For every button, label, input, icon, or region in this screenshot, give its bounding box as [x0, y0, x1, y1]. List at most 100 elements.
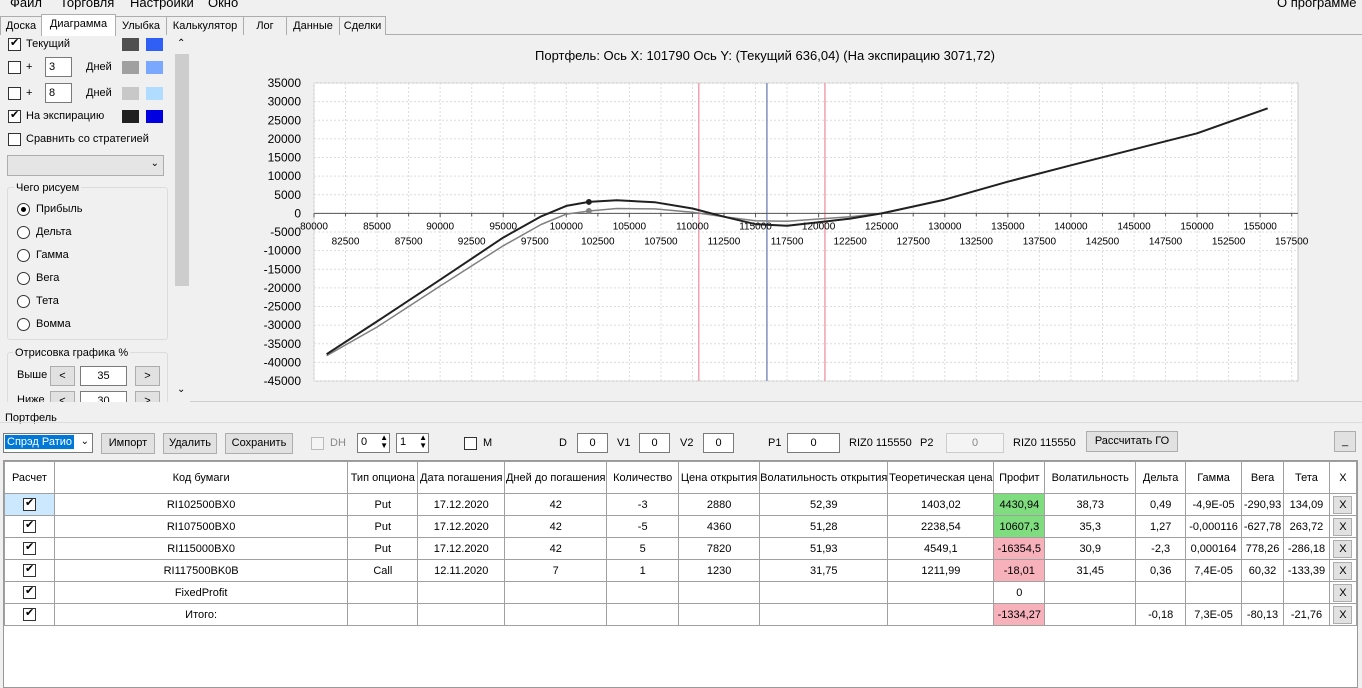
cell-days[interactable]: 42 [504, 537, 608, 560]
strategy-select[interactable]: Спрэд Ратио ⌄ [3, 433, 93, 453]
table-row[interactable]: FixedProfit 0 X [4, 581, 1358, 604]
radio-theta[interactable] [17, 295, 30, 308]
days1-input[interactable]: 3 [45, 57, 72, 77]
cell-code[interactable]: RI107500BX0 [53, 515, 349, 538]
cell-vol[interactable]: 30,9 [1044, 537, 1137, 560]
col-date[interactable]: Дата погашения [417, 461, 506, 494]
cell-theta[interactable]: 263,72 [1283, 515, 1330, 538]
col-vol-open[interactable]: Волатильность открытия [759, 461, 889, 494]
current-checkbox[interactable] [8, 36, 21, 51]
cell-gamma[interactable] [1185, 581, 1243, 604]
cell-qty[interactable] [606, 581, 680, 604]
expiry-color-light[interactable] [146, 110, 163, 123]
cell-vol[interactable]: 35,3 [1044, 515, 1137, 538]
dh-checkbox[interactable] [311, 437, 324, 450]
cell-qty[interactable] [606, 603, 680, 626]
cell-date[interactable]: 17.12.2020 [417, 515, 506, 538]
cell-delta[interactable] [1135, 581, 1187, 604]
days1-color-light[interactable] [146, 61, 163, 74]
cell-theta[interactable]: -286,18 [1283, 537, 1330, 560]
table-row[interactable]: RI102500BX0Put17.12.202042-3288052,39140… [4, 493, 1358, 516]
close-icon[interactable]: X [1333, 517, 1353, 536]
tab-smile[interactable]: Улыбка [115, 16, 167, 35]
cell-profit[interactable]: -16354,5 [993, 537, 1046, 560]
close-icon[interactable]: X [1333, 583, 1353, 602]
days1-color-dark[interactable] [122, 61, 139, 74]
cell-vol_open[interactable]: 51,93 [759, 537, 889, 560]
col-days[interactable]: Дней до погашения [504, 461, 608, 494]
cell-vega[interactable]: 778,26 [1241, 537, 1285, 560]
calc-checkbox[interactable] [22, 584, 36, 599]
radio-vega[interactable] [17, 272, 30, 285]
cell-vega[interactable]: 60,32 [1241, 559, 1285, 582]
v2-input[interactable]: 0 [703, 433, 734, 453]
cell-vol[interactable] [1044, 603, 1137, 626]
cell-price[interactable]: 7820 [678, 537, 761, 560]
col-theo[interactable]: Теоретическая цена [887, 461, 995, 494]
cell-gamma[interactable]: -4,9E-05 [1185, 493, 1243, 516]
cell-date[interactable]: 17.12.2020 [417, 493, 506, 516]
cell-gamma[interactable]: 7,4E-05 [1185, 559, 1243, 582]
scroll-down-icon[interactable]: ⌄ [177, 384, 185, 395]
days1-checkbox[interactable] [8, 61, 21, 74]
menu-file[interactable]: Файл [10, 0, 42, 10]
cell-days[interactable]: 42 [504, 515, 608, 538]
calc-checkbox-cell[interactable] [4, 493, 55, 516]
cell-code[interactable]: RI117500BK0B [53, 559, 349, 582]
calc-checkbox[interactable] [22, 606, 36, 621]
profit-chart[interactable]: 35000 30000 25000 20000 15000 10000 5000 0 -5000… [190, 36, 1362, 402]
col-price[interactable]: Цена открытия [678, 461, 761, 494]
cell-vega[interactable]: -80,13 [1241, 603, 1285, 626]
save-button[interactable]: Сохранить [225, 433, 293, 454]
close-icon[interactable]: X [1333, 561, 1353, 580]
cell-profit[interactable]: -18,01 [993, 559, 1046, 582]
cell-qty[interactable]: -3 [606, 493, 680, 516]
col-close[interactable]: X [1328, 461, 1358, 494]
col-gamma[interactable]: Гамма [1185, 461, 1243, 494]
scroll-thumb[interactable] [175, 54, 189, 286]
radio-gamma[interactable] [17, 249, 30, 262]
cell-gamma[interactable]: -0,000116 [1185, 515, 1243, 538]
calc-checkbox-cell[interactable] [4, 581, 55, 604]
dh-spin-b[interactable]: 1 ▲ ▼ [396, 433, 429, 453]
col-vol[interactable]: Волатильность [1044, 461, 1137, 494]
cell-code[interactable]: RI102500BX0 [53, 493, 349, 516]
current-color-light[interactable] [146, 38, 163, 51]
cell-date[interactable] [417, 581, 506, 604]
cell-profit[interactable]: 0 [993, 581, 1046, 604]
cell-theta[interactable]: 134,09 [1283, 493, 1330, 516]
days2-color-dark[interactable] [122, 87, 139, 100]
cell-price[interactable]: 1230 [678, 559, 761, 582]
strategy-compare-select[interactable]: ⌄ [7, 155, 164, 176]
col-vega[interactable]: Вега [1241, 461, 1285, 494]
col-qty[interactable]: Количество [606, 461, 680, 494]
cell-qty[interactable]: 1 [606, 559, 680, 582]
cell-theo[interactable]: 1211,99 [887, 559, 995, 582]
expiry-color-dark[interactable] [122, 110, 139, 123]
cell-date[interactable]: 12.11.2020 [417, 559, 506, 582]
cell-delta[interactable]: -0,18 [1135, 603, 1187, 626]
calc-checkbox[interactable] [22, 518, 36, 533]
cell-profit[interactable]: 4430,94 [993, 493, 1046, 516]
p1-input[interactable]: 0 [787, 433, 840, 453]
col-delta[interactable]: Дельта [1135, 461, 1187, 494]
cell-price[interactable] [678, 603, 761, 626]
v1-input[interactable]: 0 [639, 433, 670, 453]
menu-trade[interactable]: Торговля [60, 0, 114, 10]
delete-button[interactable]: Удалить [163, 433, 217, 454]
table-row[interactable]: RI117500BK0BCall12.11.202071123031,75121… [4, 559, 1358, 582]
cell-code[interactable]: Итого: [53, 603, 349, 626]
cell-vol[interactable] [1044, 581, 1137, 604]
cell-vol_open[interactable]: 52,39 [759, 493, 889, 516]
cell-price[interactable]: 2880 [678, 493, 761, 516]
cell-delta[interactable]: 1,27 [1135, 515, 1187, 538]
cell-date[interactable]: 17.12.2020 [417, 537, 506, 560]
current-color-dark[interactable] [122, 38, 139, 51]
cell-type[interactable] [347, 581, 419, 604]
cell-days[interactable] [504, 603, 608, 626]
cell-qty[interactable]: -5 [606, 515, 680, 538]
dh-spin-a[interactable]: 0 ▲ ▼ [357, 433, 390, 453]
calc-checkbox-cell[interactable] [4, 515, 55, 538]
col-type[interactable]: Тип опциона [347, 461, 419, 494]
table-row[interactable]: RI115000BX0Put17.12.2020425782051,934549… [4, 537, 1358, 560]
